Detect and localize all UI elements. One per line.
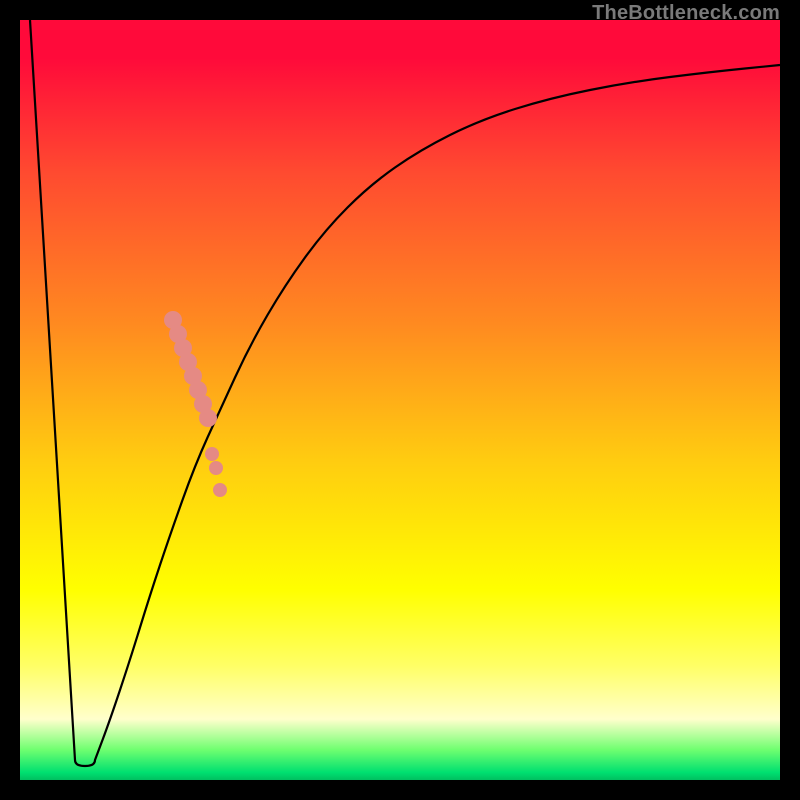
bottleneck-curve xyxy=(30,20,780,766)
chart-frame: TheBottleneck.com xyxy=(0,0,800,800)
attribution-text: TheBottleneck.com xyxy=(592,2,780,25)
marker-point xyxy=(205,447,219,461)
marker-point xyxy=(213,483,227,497)
marker-point xyxy=(199,409,217,427)
chart-svg xyxy=(20,20,780,780)
plot-area xyxy=(20,20,780,780)
marker-point xyxy=(209,461,223,475)
marker-cluster xyxy=(164,311,227,497)
